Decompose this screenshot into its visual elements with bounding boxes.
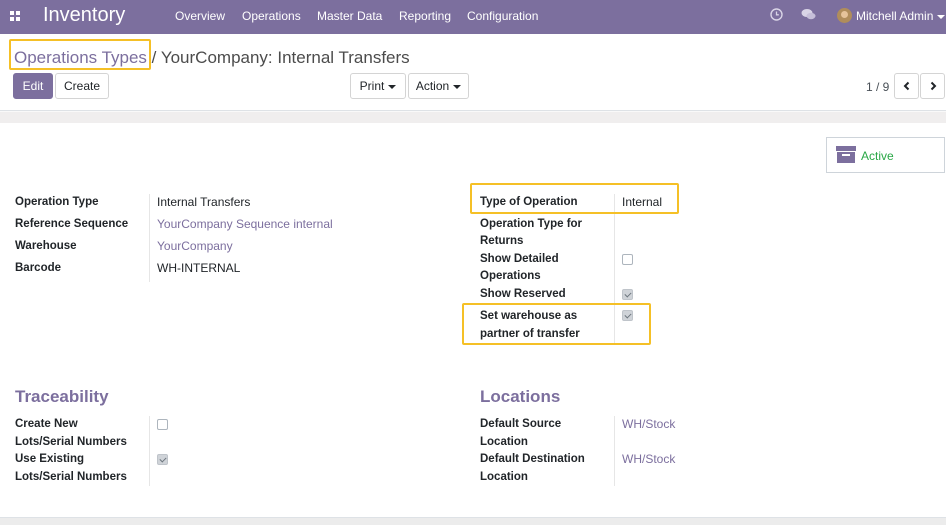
pager-next-button[interactable]	[920, 73, 945, 99]
warehouse-link[interactable]: YourCompany	[157, 238, 233, 256]
menu-reporting[interactable]: Reporting	[399, 9, 451, 23]
user-menu[interactable]: Mitchell Admin	[856, 9, 946, 23]
traceability-section-title: Traceability	[15, 387, 109, 406]
show-reserved-label: Show Reserved	[480, 288, 566, 300]
create-button[interactable]: Create	[55, 73, 109, 99]
clock-icon[interactable]	[770, 8, 784, 22]
returns-type-label-line1: Operation Type for	[480, 218, 583, 230]
create-new-lots-checkbox[interactable]	[157, 419, 168, 430]
action-button[interactable]: Action	[408, 73, 469, 99]
chevron-down-icon	[388, 84, 397, 89]
show-detailed-label-line2: Operations	[480, 270, 541, 282]
warehouse-label: Warehouse	[15, 240, 77, 252]
field-separator	[149, 194, 150, 282]
active-label: Active	[861, 149, 894, 163]
use-existing-lots-label-line1: Use Existing	[15, 453, 85, 465]
field-separator	[614, 416, 615, 486]
use-existing-lots-label-line2: Lots/Serial Numbers	[15, 471, 127, 483]
edit-button[interactable]: Edit	[13, 73, 53, 99]
chevron-right-icon	[930, 81, 936, 91]
top-navbar: Inventory Overview Operations Master Dat…	[0, 0, 946, 34]
chat-icon[interactable]	[801, 8, 816, 22]
chevron-left-icon	[903, 81, 909, 91]
barcode-label: Barcode	[15, 262, 62, 274]
form-sheet	[0, 123, 946, 518]
user-name: Mitchell Admin	[856, 9, 934, 23]
menu-overview[interactable]: Overview	[175, 9, 225, 23]
type-of-operation-value: Internal	[622, 195, 663, 209]
field-separator	[149, 416, 150, 486]
sheet-background	[0, 112, 946, 123]
create-new-lots-label-line2: Lots/Serial Numbers	[15, 436, 127, 448]
archive-icon	[836, 146, 856, 163]
set-warehouse-partner-label-line2: partner of transfer	[480, 328, 580, 340]
control-panel: Operations Types / YourCompany: Internal…	[0, 34, 946, 111]
use-existing-lots-checkbox[interactable]	[157, 454, 168, 465]
reference-sequence-label: Reference Sequence	[15, 218, 129, 230]
print-button[interactable]: Print	[350, 73, 406, 99]
page-title: YourCompany: Internal Transfers	[160, 48, 410, 67]
type-of-operation-label: Type of Operation	[480, 196, 578, 208]
menu-operations[interactable]: Operations	[242, 9, 301, 23]
breadcrumb-separator: /	[151, 48, 157, 67]
show-detailed-label-line1: Show Detailed	[480, 253, 559, 265]
operation-type-value: Internal Transfers	[157, 195, 251, 209]
set-warehouse-partner-checkbox[interactable]	[622, 310, 633, 321]
action-label: Action	[415, 79, 450, 93]
show-reserved-checkbox[interactable]	[622, 289, 633, 300]
default-source-label-line2: Location	[480, 436, 528, 448]
default-source-link[interactable]: WH/Stock	[622, 416, 675, 434]
breadcrumb: Operations Types / YourCompany: Internal…	[14, 48, 410, 68]
field-separator	[614, 194, 615, 344]
app-title[interactable]: Inventory	[43, 4, 125, 27]
locations-section-title: Locations	[480, 387, 561, 406]
default-destination-label-line2: Location	[480, 471, 528, 483]
apps-grid-icon[interactable]	[10, 11, 20, 21]
sheet-footer	[0, 518, 946, 525]
chevron-down-icon	[937, 14, 946, 19]
set-warehouse-partner-label-line1: Set warehouse as	[480, 310, 578, 322]
returns-type-label-line2: Returns	[480, 235, 524, 247]
chevron-down-icon	[453, 84, 462, 89]
reference-sequence-link[interactable]: YourCompany Sequence internal	[157, 216, 333, 234]
menu-master-data[interactable]: Master Data	[317, 9, 382, 23]
active-toggle-button[interactable]: Active	[826, 137, 945, 173]
barcode-value: WH-INTERNAL	[157, 261, 241, 275]
show-detailed-checkbox[interactable]	[622, 254, 633, 265]
menu-configuration[interactable]: Configuration	[467, 9, 538, 23]
default-source-label-line1: Default Source	[480, 418, 562, 430]
pager-previous-button[interactable]	[894, 73, 919, 99]
create-new-lots-label-line1: Create New	[15, 418, 78, 430]
avatar[interactable]	[837, 8, 852, 23]
print-label: Print	[359, 79, 385, 93]
default-destination-link[interactable]: WH/Stock	[622, 451, 675, 469]
operation-type-label: Operation Type	[15, 196, 99, 208]
breadcrumb-operations-types[interactable]: Operations Types	[14, 48, 147, 67]
pager-value[interactable]: 1 / 9	[866, 80, 889, 94]
default-destination-label-line1: Default Destination	[480, 453, 585, 465]
